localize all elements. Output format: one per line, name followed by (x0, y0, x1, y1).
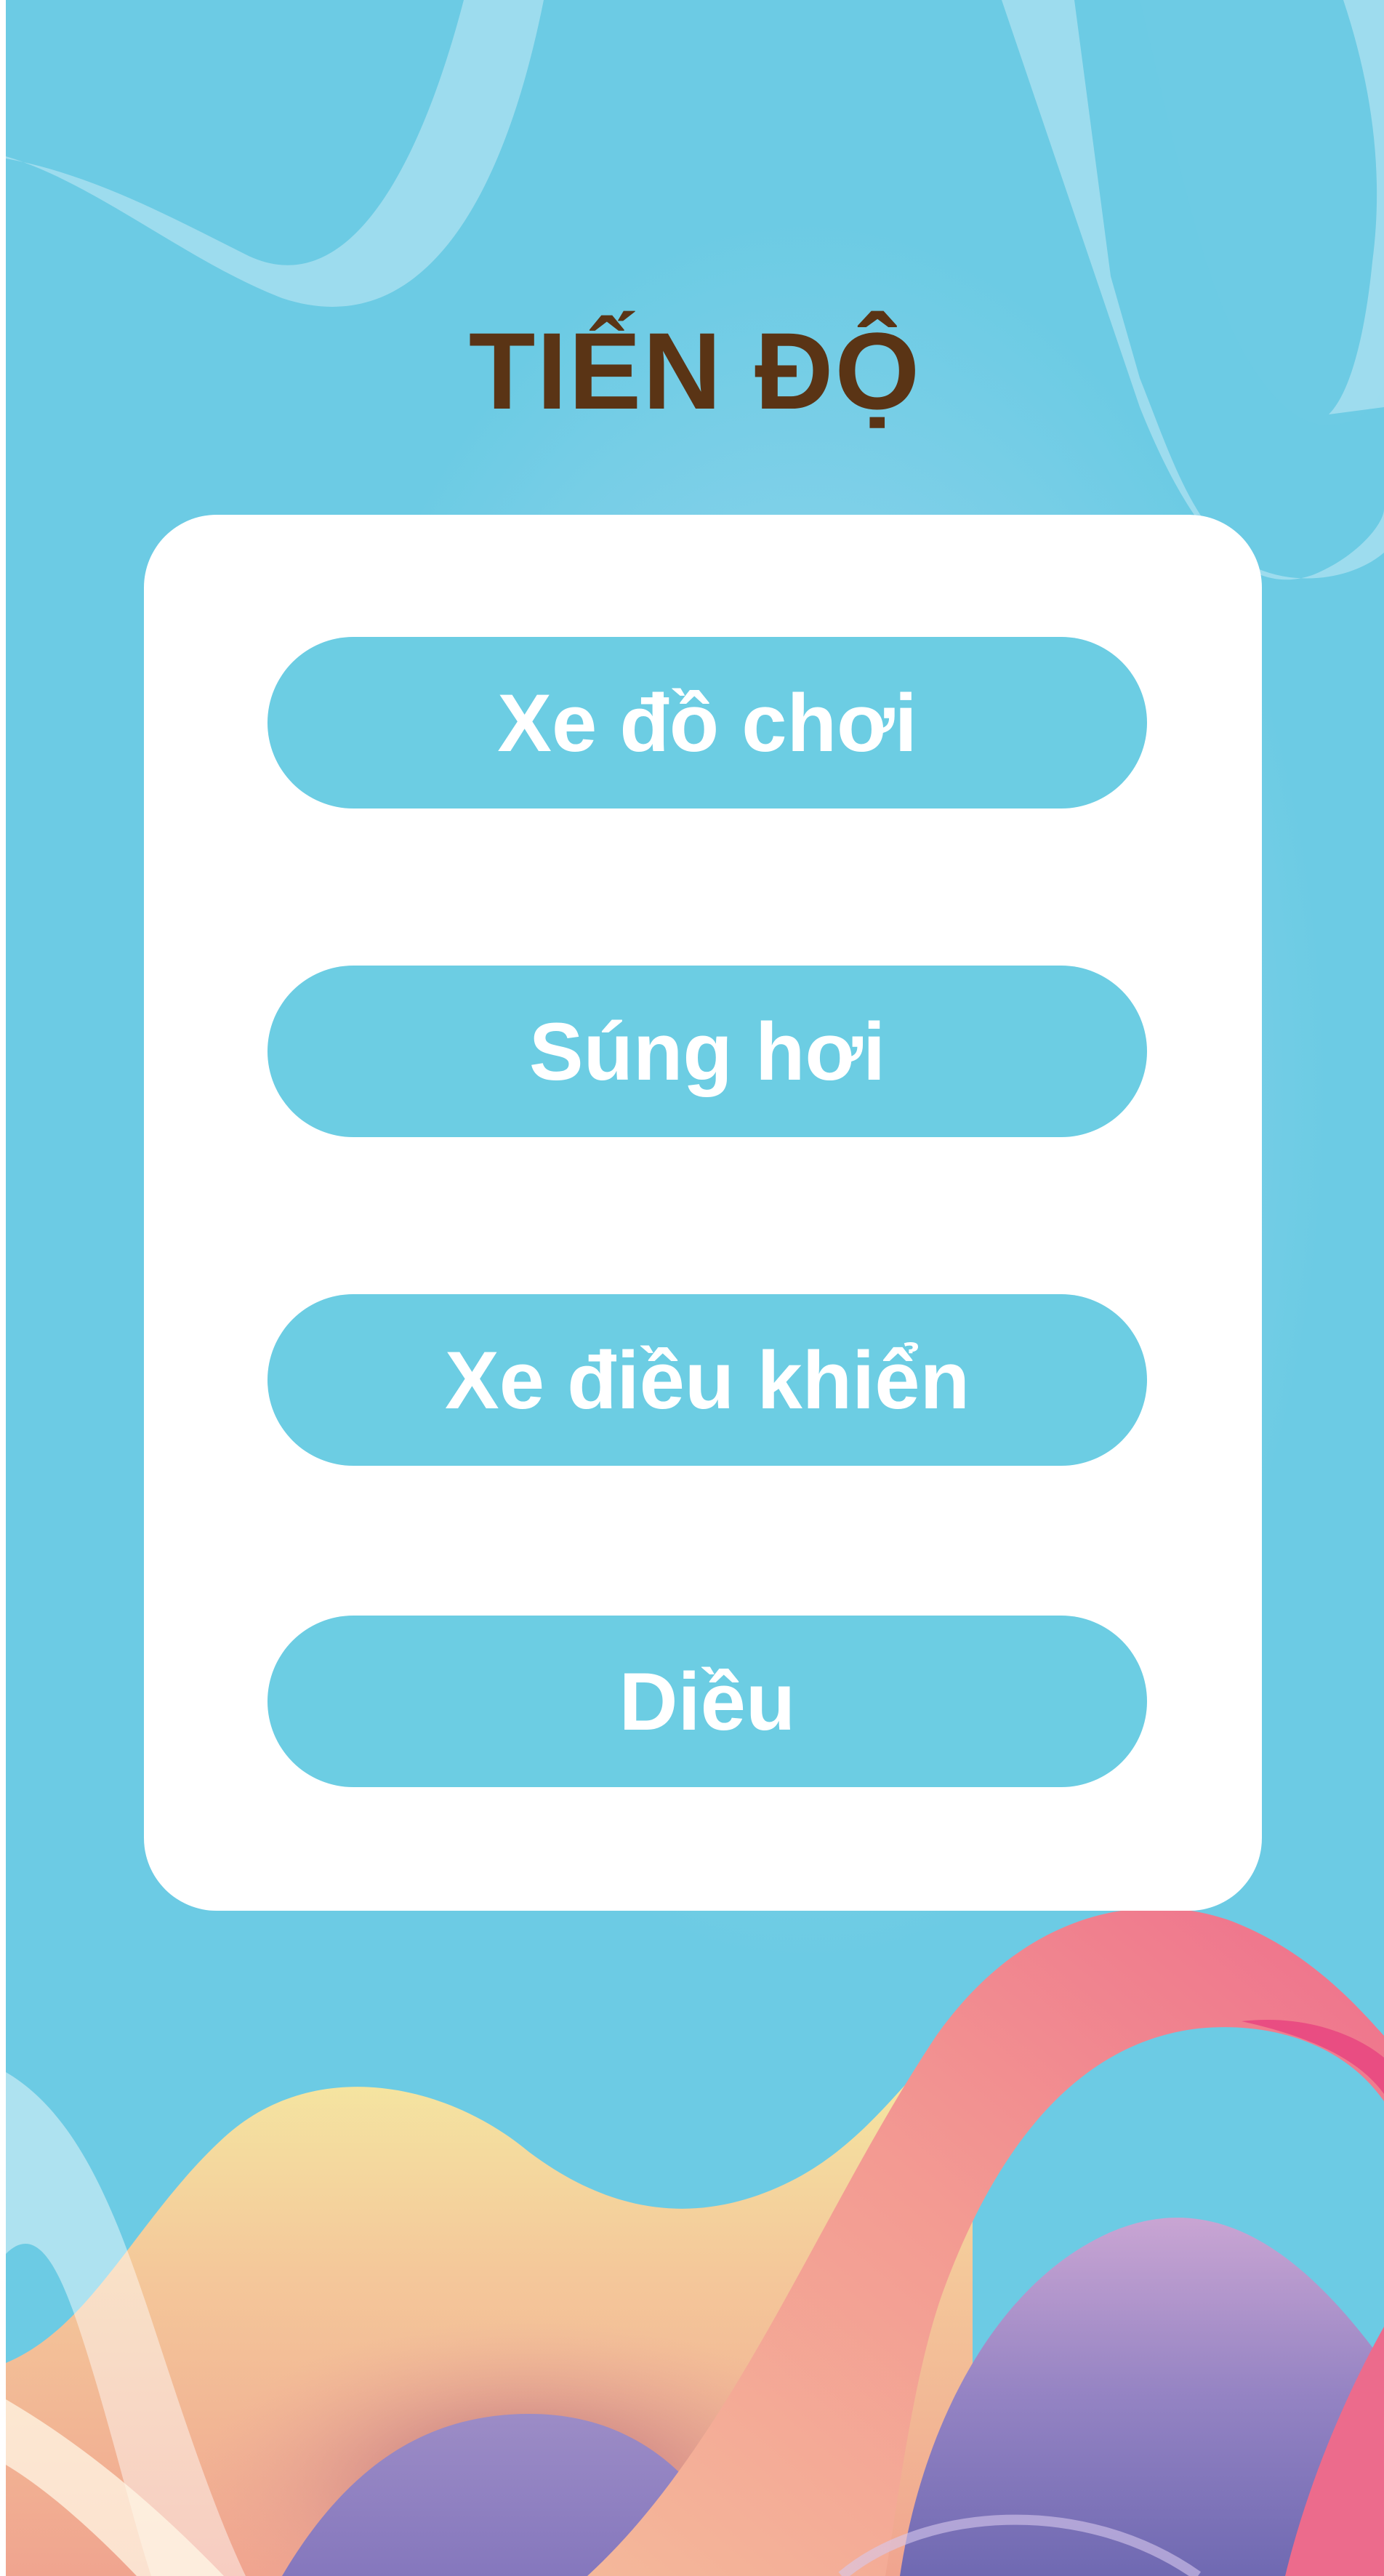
menu-button-kite[interactable]: Diều (267, 1616, 1147, 1787)
menu-button-toy-car[interactable]: Xe đồ chơi (267, 637, 1147, 808)
page-title: TIẾN ĐỘ (468, 310, 922, 432)
menu-button-rc-car[interactable]: Xe điều khiển (267, 1294, 1147, 1466)
progress-screen: TIẾN ĐỘ Xe đồ chơi Súng hơi Xe điều khiể… (6, 0, 1384, 2576)
menu-card: Xe đồ chơi Súng hơi Xe điều khiển Diều (144, 515, 1262, 1911)
menu-button-air-gun[interactable]: Súng hơi (267, 966, 1147, 1137)
